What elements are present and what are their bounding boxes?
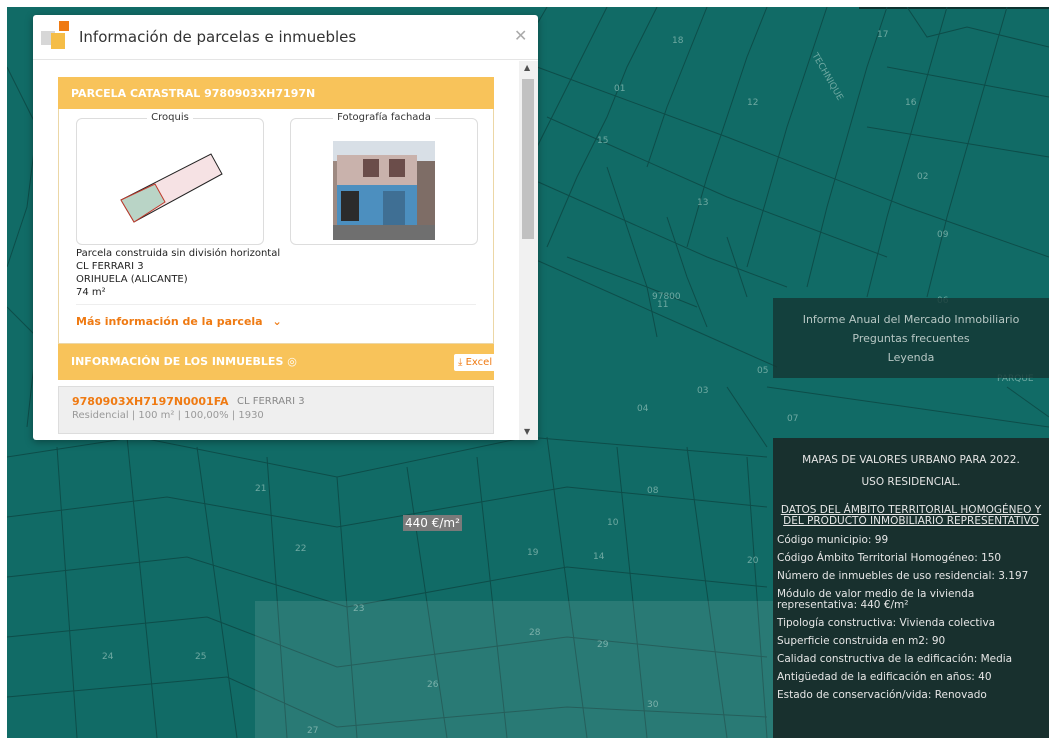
property-details: Residencial | 100 m² | 100,00% | 1930 (72, 410, 264, 421)
parcel-heading: PARCELA CATASTRAL 9780903XH7197N (71, 87, 316, 100)
scroll-down-icon[interactable]: ▼ (524, 427, 530, 436)
parcel-municipality: ORIHUELA (ALICANTE) (76, 274, 188, 285)
plot-number-label: 03 (697, 386, 708, 396)
panel-item: Antigüedad de la edificación en años: 40 (777, 671, 992, 683)
dialog-scrollbar[interactable]: ▲ ▼ (519, 61, 538, 440)
plot-number-label: 19 (527, 548, 539, 558)
values-data-panel: MAPAS DE VALORES URBANO PARA 2022. USO R… (773, 438, 1049, 738)
property-ref[interactable]: 9780903XH7197N0001FA (72, 395, 228, 408)
panel-item: Número de inmuebles de uso residencial: … (777, 570, 1029, 582)
parcel-section-header: PARCELA CATASTRAL 9780903XH7197N (58, 77, 494, 109)
parcel-info-dialog: Información de parcelas e inmuebles ✕ PA… (33, 15, 538, 440)
more-info-label: Más información de la parcela (76, 315, 263, 328)
plot-number-label: 08 (647, 486, 659, 496)
scroll-up-icon[interactable]: ▲ (524, 63, 530, 72)
panel-title-line2: USO RESIDENCIAL. (861, 476, 961, 488)
menu-item-legend[interactable]: Leyenda (773, 348, 1049, 367)
plot-number-label: 09 (937, 230, 949, 240)
street-name-label: TECHNIQUE (809, 51, 845, 103)
zone-code-label: 97800 (652, 292, 681, 302)
plot-number-label: 02 (917, 172, 928, 182)
plot-number-label: 20 (747, 556, 759, 566)
plot-number-label: 22 (295, 544, 306, 554)
parcel-card: Croquis Fotografía fachada Parcela const… (58, 109, 494, 344)
property-address: CL FERRARI 3 (237, 396, 305, 407)
plot-number-label: 01 (614, 84, 625, 94)
panel-item: Código municipio: 99 (777, 534, 889, 546)
plot-number-label: 12 (747, 98, 758, 108)
facade-photo-box: Fotografía fachada (290, 112, 478, 245)
parcel-address: CL FERRARI 3 (76, 261, 144, 272)
plot-number-label: 05 (757, 366, 768, 376)
properties-section-header: INFORMACIÓN DE LOS INMUEBLES ◎ ⤓ Excel (58, 344, 502, 380)
more-parcel-info-link[interactable]: Más información de la parcela ⌄ (76, 315, 282, 328)
scroll-thumb[interactable] (522, 79, 534, 239)
excel-label: Excel (465, 357, 493, 368)
menu-item-annual-report[interactable]: Informe Anual del Mercado Inmobiliario (773, 310, 1049, 329)
chevron-down-icon: ⌄ (272, 315, 282, 328)
chat-icon: ◎ (287, 355, 297, 368)
properties-heading: INFORMACIÓN DE LOS INMUEBLES (71, 355, 284, 368)
info-menu-panel: Informe Anual del Mercado Inmobiliario P… (773, 298, 1049, 378)
parcel-sketch (120, 153, 223, 223)
panel-item: Calidad constructiva de la edificación: … (777, 653, 1013, 665)
dialog-header: Información de parcelas e inmuebles ✕ (33, 15, 538, 60)
dialog-title: Información de parcelas e inmuebles (79, 28, 357, 46)
dialog-body[interactable]: PARCELA CATASTRAL 9780903XH7197N Croquis… (33, 61, 538, 440)
plot-number-label: 04 (637, 404, 649, 414)
close-icon[interactable]: ✕ (514, 26, 527, 45)
photo-label: Fotografía fachada (333, 112, 435, 123)
panel-item: Módulo de valor medio de la vivienda rep… (777, 588, 975, 611)
plot-number-label: 17 (877, 30, 888, 40)
panel-item: Código Ámbito Territorial Homogéneo: 150 (777, 552, 1002, 564)
parcel-area: 74 m² (76, 287, 106, 298)
highlighted-zone (255, 601, 815, 738)
menu-item-faq[interactable]: Preguntas frecuentes (773, 329, 1049, 348)
price-label: 440 €/m² (403, 515, 462, 531)
panel-subtitle: DATOS DEL ÁMBITO TERRITORIAL HOMOGÉNEO Y… (780, 504, 1042, 527)
property-row[interactable]: 9780903XH7197N0001FA CL FERRARI 3 Reside… (58, 386, 494, 434)
plot-number-label: 13 (697, 198, 708, 208)
plot-number-label: 16 (905, 98, 917, 108)
parcel-details: Parcela construida sin división horizont… (76, 247, 280, 299)
panel-item: Tipología constructiva: Vivienda colecti… (777, 617, 996, 629)
plot-number-label: 07 (787, 414, 798, 424)
excel-button[interactable]: ⤓ Excel (454, 354, 502, 371)
plot-number-label: 25 (195, 652, 206, 662)
sketch-box: Croquis (76, 112, 264, 245)
plot-number-label: 15 (597, 136, 608, 146)
plot-number-label: 18 (672, 36, 684, 46)
download-icon: ⤓ (458, 357, 463, 368)
catastro-logo-icon (41, 21, 69, 51)
plot-number-label: 21 (255, 484, 266, 494)
parcel-type: Parcela construida sin división horizont… (76, 248, 281, 259)
divider (76, 304, 476, 305)
plot-number-label: 14 (593, 552, 605, 562)
sketch-label: Croquis (147, 112, 193, 123)
plot-number-label: 24 (102, 652, 114, 662)
panel-item: Superficie construida en m2: 90 (777, 635, 946, 647)
panel-item: Estado de conservación/vida: Renovado (777, 689, 987, 701)
panel-title-line1: MAPAS DE VALORES URBANO PARA 2022. (802, 454, 1020, 466)
facade-photo[interactable] (333, 141, 435, 240)
plot-number-label: 10 (607, 518, 619, 528)
